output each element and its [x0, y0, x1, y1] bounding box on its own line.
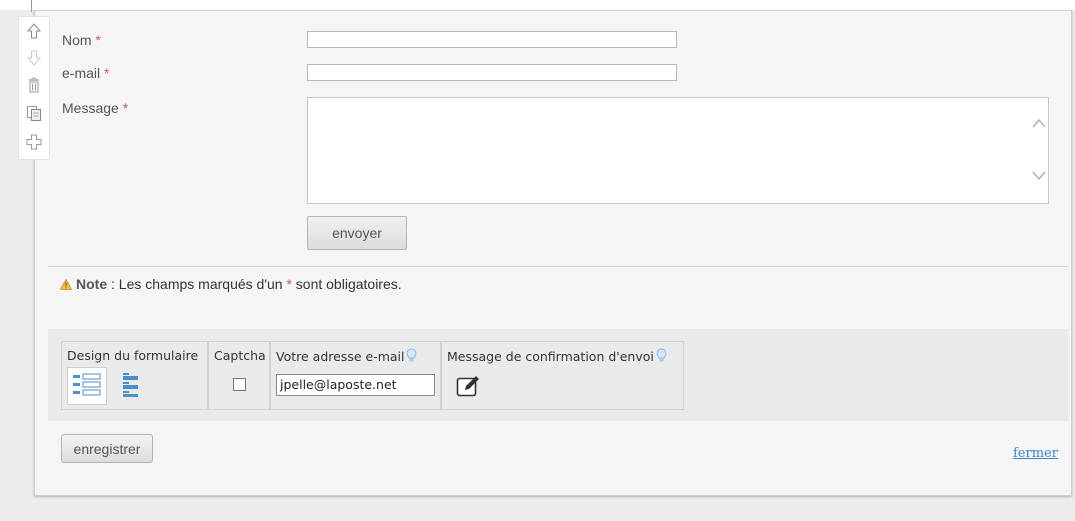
divider [31, 0, 32, 12]
plus-icon[interactable] [26, 134, 42, 150]
design-setting-label: Design du formulaire [67, 348, 199, 363]
note-text: : Les champs marqués d'un [107, 276, 287, 292]
confirmation-setting: Message de confirmation d'envoi [441, 341, 684, 410]
design-option-inline[interactable] [67, 367, 107, 405]
required-mark: * [122, 100, 129, 116]
scroll-up-icon[interactable] [1031, 117, 1047, 129]
email-field-label: e-mail * [62, 65, 109, 81]
arrow-up-icon[interactable] [26, 23, 42, 39]
required-note: Note : Les champs marqués d'un * sont ob… [59, 276, 402, 292]
form-editor-panel [34, 10, 1072, 496]
trash-icon[interactable] [26, 77, 42, 93]
separator [48, 266, 1068, 267]
captcha-label: Captcha [214, 348, 266, 363]
submit-button[interactable]: envoyer [307, 216, 407, 250]
email-label-text: e-mail [62, 65, 101, 81]
confirmation-setting-label: Message de confirmation d'envoi [447, 349, 654, 364]
message-textarea[interactable] [307, 97, 1049, 204]
note-text-end: sont obligatoires. [291, 276, 402, 292]
copy-icon[interactable] [26, 105, 42, 121]
name-label-text: Nom [62, 32, 92, 48]
block-toolbar [18, 16, 50, 160]
confirmation-setting-header: Message de confirmation d'envoi [447, 348, 667, 364]
lightbulb-icon[interactable] [656, 348, 667, 363]
stacked-layout-icon[interactable] [122, 372, 140, 398]
edit-icon[interactable] [456, 374, 482, 398]
design-setting: Design du formulaire [61, 341, 208, 410]
required-mark: * [104, 65, 110, 81]
email-setting: Votre adresse e-mail jpelle@laposte.net [270, 341, 441, 410]
owner-email-input[interactable]: jpelle@laposte.net [276, 374, 435, 396]
message-field-label: Message * [62, 100, 128, 116]
name-input[interactable] [307, 31, 677, 48]
close-link[interactable]: fermer [1013, 446, 1058, 461]
captcha-setting: Captcha [208, 341, 270, 410]
inline-layout-icon [73, 373, 101, 396]
note-title: Note [76, 276, 108, 292]
lightbulb-icon[interactable] [406, 348, 417, 363]
name-field-label: Nom * [62, 32, 101, 48]
save-button[interactable]: enregistrer [61, 434, 153, 463]
arrow-down-icon[interactable] [26, 50, 42, 66]
message-label-text: Message [62, 100, 119, 116]
scroll-down-icon[interactable] [1031, 169, 1047, 181]
warning-icon [59, 278, 73, 290]
email-setting-label: Votre adresse e-mail [276, 349, 405, 364]
email-setting-header: Votre adresse e-mail [276, 348, 417, 364]
captcha-checkbox[interactable] [233, 378, 246, 391]
required-mark: * [95, 32, 101, 48]
email-input[interactable] [307, 64, 677, 81]
